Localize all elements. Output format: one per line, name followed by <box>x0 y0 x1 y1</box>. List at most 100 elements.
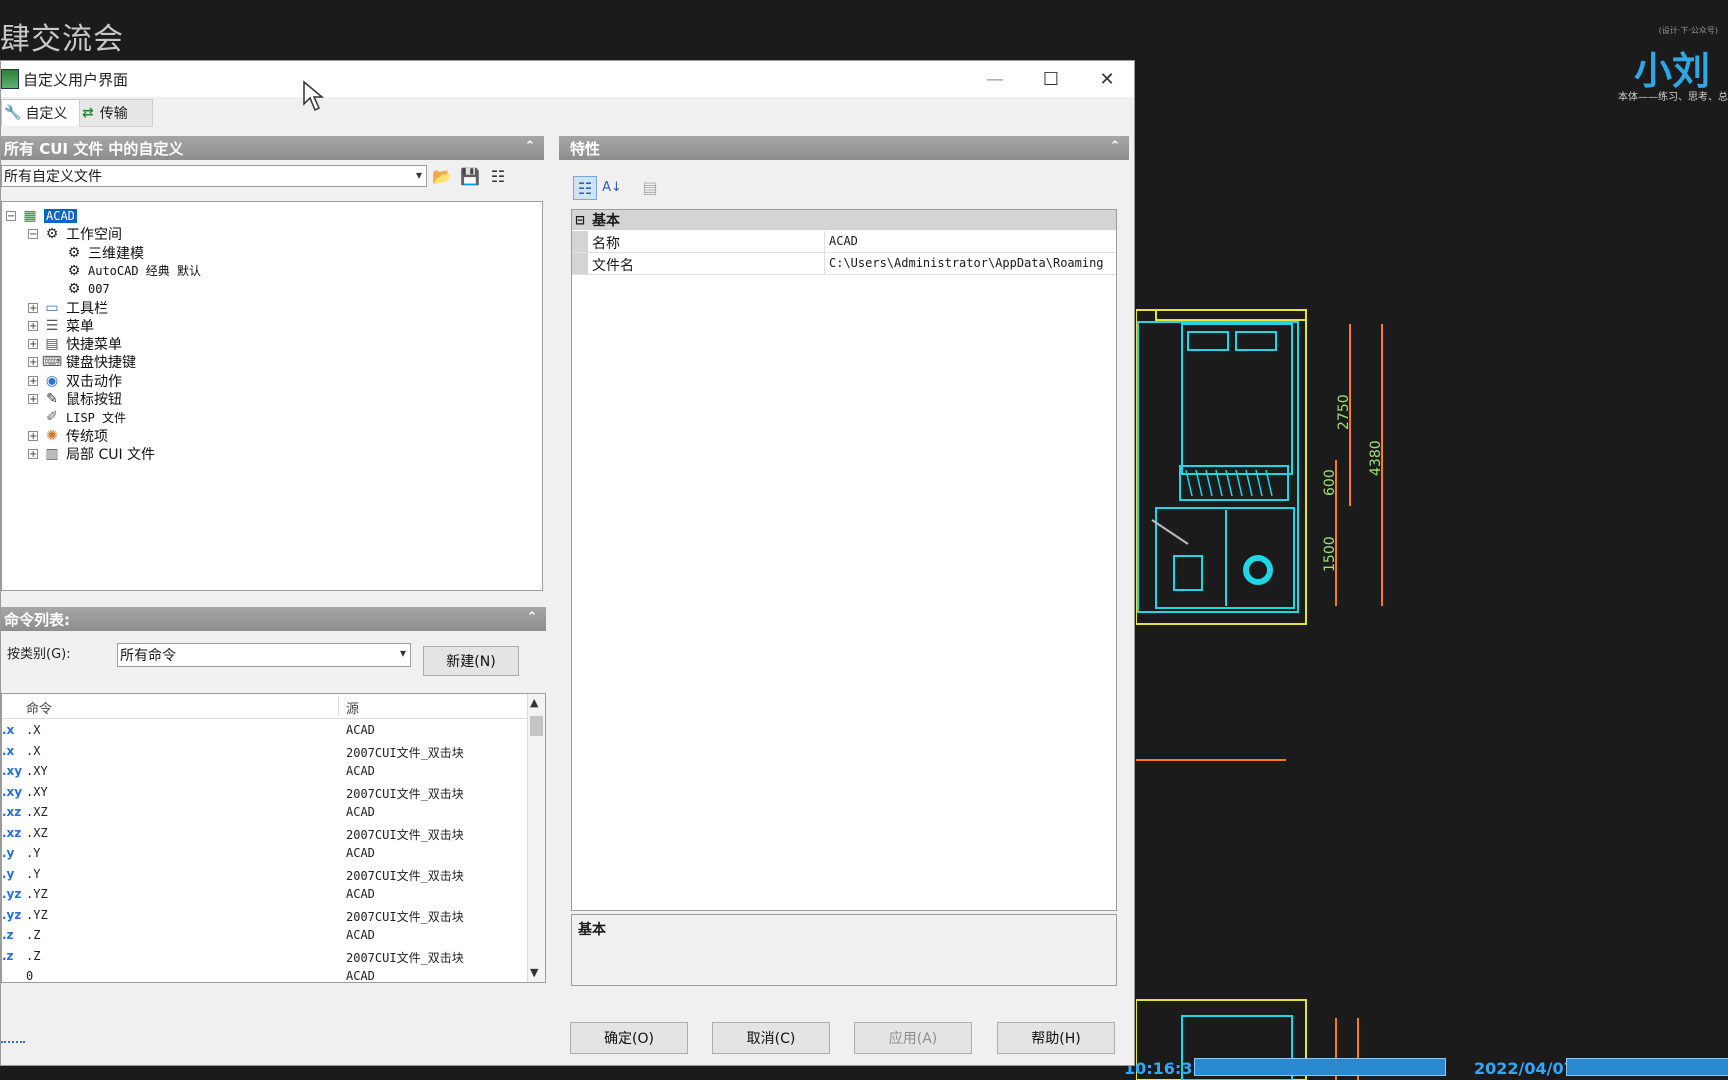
table-row[interactable]: .xz .XZ 2007CUI文件_双击块 <box>2 823 530 844</box>
expand-node-icon[interactable]: + <box>28 448 38 459</box>
expand-node-icon[interactable]: + <box>28 302 38 313</box>
table-row[interactable]: 0 ACAD <box>2 966 530 982</box>
close-button[interactable]: ✕ <box>1079 61 1135 97</box>
customizations-tree[interactable]: − ▦ ACAD − ⚙ 工作空间 ⚙ 三维建模 ⚙ AutoCAD 经典 默认 ⚙ 007 + ▭ 工具栏… <box>1 201 543 591</box>
table-row[interactable]: .yz .YZ 2007CUI文件_双击块 <box>2 905 530 926</box>
expand-node-icon[interactable]: + <box>28 320 38 331</box>
maximize-icon: ☐ <box>1042 68 1060 90</box>
scroll-thumb[interactable] <box>530 716 543 736</box>
scroll-down-icon[interactable]: ▼ <box>530 966 538 979</box>
expand-node-icon[interactable]: + <box>28 430 38 441</box>
property-value[interactable]: ACAD <box>824 231 1117 252</box>
cancel-button[interactable]: 取消(C) <box>712 1022 830 1054</box>
tree-node[interactable]: + ▭ 工具栏 <box>28 298 108 318</box>
property-pages-icon[interactable]: ▤ <box>639 176 661 198</box>
column-header-command[interactable]: 命令 <box>26 698 52 717</box>
maximize-button[interactable]: ☐ <box>1023 61 1079 97</box>
open-file-icon[interactable]: 📂 <box>431 165 453 187</box>
property-row-gutter <box>572 253 588 274</box>
cad-pillow <box>1187 331 1229 351</box>
command-cell: .XZ <box>26 825 48 840</box>
save-icon[interactable]: 💾 <box>459 165 481 187</box>
property-value[interactable]: C:\Users\Administrator\AppData\Roaming <box>824 253 1117 274</box>
table-row[interactable]: .yz .YZ ACAD <box>2 884 530 905</box>
expand-node-icon[interactable]: + <box>28 339 38 350</box>
column-header-source[interactable]: 源 <box>346 698 359 717</box>
property-row[interactable]: 名称 ACAD <box>572 231 1116 253</box>
table-row[interactable]: .y .Y ACAD <box>2 843 530 864</box>
property-grid[interactable]: ⊟ 基本 名称 ACAD 文件名 C:\Users\Administrator\… <box>571 209 1117 911</box>
display-filter-icon[interactable]: ☷ <box>487 165 509 187</box>
tree-node-label: 007 <box>88 282 110 297</box>
command-list-table[interactable]: 命令 源 ▲ ▼ .x .X ACAD .x .X 2007CUI文件_双击块 .xy .XY… <box>1 693 546 983</box>
apply-button[interactable]: 应用(A) <box>854 1022 972 1054</box>
row-icon-text: .x <box>2 743 15 758</box>
tree-node[interactable]: ✐ LISP 文件 <box>28 407 126 427</box>
tree-node[interactable]: + ◉ 双击动作 <box>28 371 122 391</box>
row-icon-text: .z <box>2 928 14 942</box>
sort-alphabetical-icon[interactable]: A↓ <box>601 176 623 198</box>
customization-file-select-value: 所有自定义文件 <box>4 169 102 185</box>
brand-watermark: (设计·下·公众号) 小刘 本体——练习、思考、总 <box>1548 0 1728 120</box>
properties-section-header[interactable]: 特性 ⌃ <box>559 136 1129 160</box>
categorized-view-icon[interactable]: ☷ <box>573 176 597 200</box>
tree-node[interactable]: + ▥ 局部 CUI 文件 <box>28 444 155 464</box>
source-cell: 2007CUI文件_双击块 <box>346 909 464 924</box>
tree-node[interactable]: − ▦ ACAD <box>6 206 77 226</box>
scroll-up-icon[interactable]: ▲ <box>530 696 538 709</box>
collapse-icon[interactable]: ⌃ <box>524 609 540 627</box>
table-row[interactable]: .x .X 2007CUI文件_双击块 <box>2 741 530 762</box>
expand-node-icon[interactable]: + <box>28 394 38 405</box>
expand-node-icon[interactable]: + <box>28 357 38 368</box>
table-row[interactable]: .y .Y 2007CUI文件_双击块 <box>2 864 530 885</box>
table-row[interactable]: .xy .XY 2007CUI文件_双击块 <box>2 782 530 803</box>
row-icon-text: .xy <box>2 784 23 799</box>
collapse-icon[interactable]: ⌃ <box>1107 138 1123 156</box>
property-category-row[interactable]: ⊟ 基本 <box>572 210 1116 230</box>
category-filter-value: 所有命令 <box>120 648 176 664</box>
minimize-button[interactable]: — <box>967 61 1023 97</box>
table-row[interactable]: .xz .XZ ACAD <box>2 802 530 823</box>
tab-transfer[interactable]: ⇄ 传输 <box>79 99 153 127</box>
mouse-icon: ✎ <box>46 391 58 407</box>
app-icon <box>1 69 19 89</box>
tree-node[interactable]: + ▤ 快捷菜单 <box>28 334 122 354</box>
property-row[interactable]: 文件名 C:\Users\Administrator\AppData\Roami… <box>572 253 1116 275</box>
tree-node[interactable]: ⚙ 三维建模 <box>50 243 144 263</box>
cad-drawing-canvas: 2750 4380 600 1500 <box>1136 309 1384 1080</box>
column-divider[interactable] <box>338 696 339 716</box>
tree-node[interactable]: + ☰ 菜单 <box>28 316 94 336</box>
source-cell: ACAD <box>346 723 375 737</box>
dialog-titlebar[interactable]: 自定义用户界面 — ☐ ✕ <box>1 61 1134 97</box>
new-command-button[interactable]: 新建(N) <box>423 646 519 676</box>
close-icon: ✕ <box>1099 68 1115 90</box>
collapse-category-icon[interactable]: ⊟ <box>572 213 588 227</box>
collapse-icon[interactable]: ⌃ <box>522 138 538 156</box>
collapse-node-icon[interactable]: − <box>28 229 38 240</box>
status-dots <box>1 1041 25 1043</box>
tree-node-label: 传统项 <box>66 428 108 445</box>
ok-button[interactable]: 确定(O) <box>570 1022 688 1054</box>
customize-ui-dialog: 自定义用户界面 — ☐ ✕ 🔧 自定义 ⇄ 传输 所有 CUI 文件 中的自定义… <box>0 60 1135 1066</box>
cad-shower <box>1151 519 1189 545</box>
command-list-section-header[interactable]: 命令列表: ⌃ <box>1 607 546 631</box>
customizations-section-header[interactable]: 所有 CUI 文件 中的自定义 ⌃ <box>1 136 544 160</box>
category-filter-select[interactable]: 所有命令 ▾ <box>117 643 411 667</box>
table-row[interactable]: .xy .XY ACAD <box>2 761 530 782</box>
status-time: 10:16:32 <box>1124 1059 1204 1078</box>
collapse-node-icon[interactable]: − <box>6 211 16 222</box>
tree-node[interactable]: ⚙ 007 <box>50 279 110 299</box>
row-icon-text: .xz <box>2 825 22 840</box>
table-row[interactable]: .z .Z ACAD <box>2 925 530 946</box>
tree-node[interactable]: + ✺ 传统项 <box>28 426 108 446</box>
customization-file-select[interactable]: 所有自定义文件 ▾ <box>1 165 427 187</box>
expand-node-icon[interactable]: + <box>28 375 38 386</box>
tree-node[interactable]: ⚙ AutoCAD 经典 默认 <box>50 261 201 281</box>
help-button[interactable]: 帮助(H) <box>997 1022 1115 1054</box>
table-row[interactable]: .z .Z 2007CUI文件_双击块 <box>2 946 530 967</box>
tree-node[interactable]: + ✎ 鼠标按钮 <box>28 389 122 409</box>
tree-node[interactable]: − ⚙ 工作空间 <box>28 224 122 244</box>
table-row[interactable]: .x .X ACAD <box>2 720 530 741</box>
tree-node[interactable]: + ⌨ 键盘快捷键 <box>28 352 136 372</box>
tab-customize[interactable]: 🔧 自定义 <box>1 99 85 126</box>
